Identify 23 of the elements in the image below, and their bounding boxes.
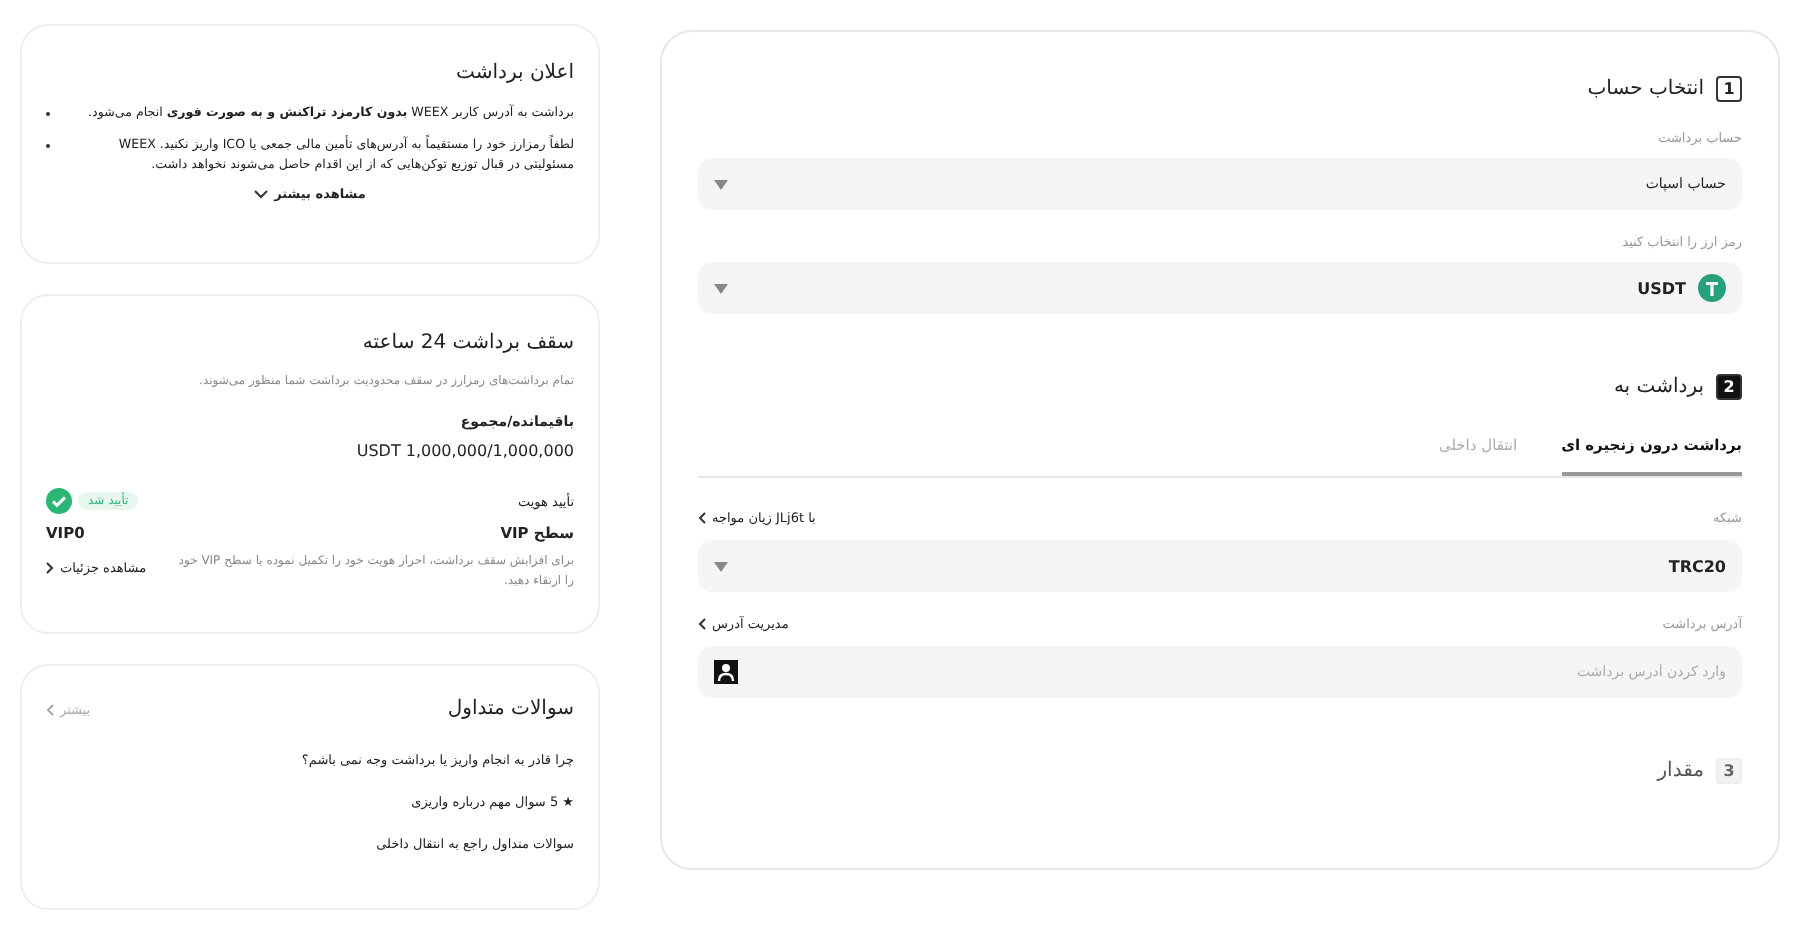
caret-icon bbox=[714, 561, 728, 571]
chevron-left-icon bbox=[698, 512, 706, 524]
step-number: 1 bbox=[1716, 76, 1742, 102]
step-title: انتخاب حساب bbox=[1587, 78, 1704, 100]
remaining-amount: USDT 1,000,000/1,000,000 bbox=[354, 442, 574, 460]
card-title: سقف برداشت 24 ساعته bbox=[360, 332, 574, 354]
chevron-left-icon bbox=[698, 618, 706, 630]
step-title: برداشت به bbox=[1613, 376, 1704, 398]
step-number: 2 bbox=[1716, 374, 1742, 400]
step-title: مقدار bbox=[1657, 760, 1704, 782]
tether-icon bbox=[1698, 274, 1726, 302]
step-number: 3 bbox=[1716, 758, 1742, 784]
card-title: اعلان برداشت bbox=[454, 62, 574, 84]
check-seal-icon bbox=[46, 488, 72, 514]
chevron-down-icon bbox=[254, 189, 269, 200]
chevron-left-icon bbox=[46, 703, 54, 715]
network-select[interactable]: TRC20 bbox=[698, 540, 1742, 592]
caret-icon bbox=[714, 283, 728, 293]
chevron-right-icon bbox=[46, 562, 54, 574]
coin-select[interactable]: USDT bbox=[698, 262, 1742, 314]
card-title: سوالات متداول bbox=[447, 698, 574, 720]
contact-icon[interactable] bbox=[714, 660, 738, 684]
caret-icon bbox=[714, 179, 728, 189]
